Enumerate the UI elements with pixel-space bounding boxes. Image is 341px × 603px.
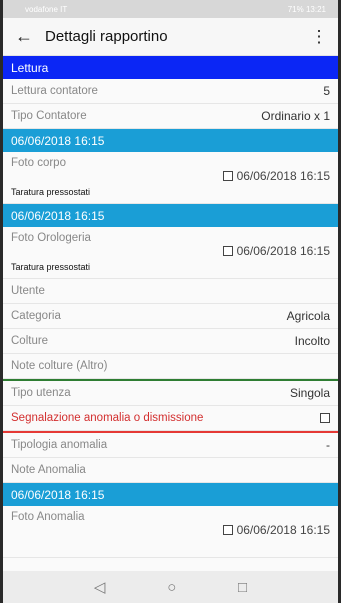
section-date-1: 06/06/2018 16:15 xyxy=(3,129,338,152)
report-details: Lettura Lettura contatore 5 Tipo Contato… xyxy=(3,56,338,571)
row-label: Utente xyxy=(11,285,45,297)
row-label: Note colture (Altro) xyxy=(11,360,108,372)
row-label: Colture xyxy=(11,335,49,347)
photo-stamp: 06/06/2018 16:15 xyxy=(222,244,330,258)
photo-orologeria[interactable]: Foto Orologeria 06/06/2018 16:15 Taratur… xyxy=(3,227,338,279)
row-categoria: Categoria Agricola xyxy=(3,304,338,329)
photo-stamp: 06/06/2018 16:15 xyxy=(222,169,330,183)
row-tipo-contatore: Tipo Contatore Ordinario x 1 xyxy=(3,104,338,129)
row-label: Categoria xyxy=(11,310,61,322)
nav-recents-icon[interactable]: □ xyxy=(238,579,247,596)
photo-sub: Taratura pressostati xyxy=(11,187,91,197)
status-right: 71% 13:21 xyxy=(287,4,326,14)
row-note-anomalia: Note Anomalia xyxy=(3,458,338,483)
row-value: Incolto xyxy=(294,334,330,348)
row-utente: Utente xyxy=(3,279,338,304)
section-date-label: 06/06/2018 16:15 xyxy=(11,133,105,148)
row-label: Note Anomalia xyxy=(11,464,86,476)
phone-screen: vodafone IT 71% 13:21 ← Dettagli rapport… xyxy=(3,0,338,603)
row-label: Tipo utenza xyxy=(11,387,71,399)
section-date-label: 06/06/2018 16:15 xyxy=(11,208,105,223)
section-lettura: Lettura xyxy=(3,56,338,79)
nav-back-icon[interactable]: ◁ xyxy=(94,578,106,596)
status-bar: vodafone IT 71% 13:21 xyxy=(3,0,338,18)
row-note-colture: Note colture (Altro) xyxy=(3,354,338,379)
row-value: Agricola xyxy=(286,309,330,323)
nav-home-icon[interactable]: ○ xyxy=(167,579,176,596)
row-tipo-utenza: Tipo utenza Singola xyxy=(3,381,338,406)
system-nav-bar: ◁ ○ □ xyxy=(3,571,338,603)
photo-checkbox[interactable] xyxy=(222,525,233,535)
carrier-label: vodafone IT xyxy=(25,4,68,14)
back-icon[interactable]: ← xyxy=(15,26,45,47)
row-value: Singola xyxy=(289,386,330,400)
photo-anomalia[interactable]: Foto Anomalia 06/06/2018 16:15 xyxy=(3,506,338,558)
row-lettura-contatore: Lettura contatore 5 xyxy=(3,79,338,104)
row-label: Segnalazione anomalia o dismissione xyxy=(11,412,204,424)
row-label: Tipologia anomalia xyxy=(11,439,108,451)
screenshot-frame: vodafone IT 71% 13:21 ← Dettagli rapport… xyxy=(0,0,341,603)
row-segnalazione: Segnalazione anomalia o dismissione xyxy=(3,406,338,431)
photo-checkbox[interactable] xyxy=(222,246,233,256)
section-lettura-label: Lettura xyxy=(11,60,49,75)
row-label: Tipo Contatore xyxy=(11,110,87,122)
section-date-2: 06/06/2018 16:15 xyxy=(3,204,338,227)
photo-corpo[interactable]: Foto corpo 06/06/2018 16:15 Taratura pre… xyxy=(3,152,338,204)
photo-stamp-text: 06/06/2018 16:15 xyxy=(236,169,330,183)
row-colture: Colture Incolto xyxy=(3,329,338,354)
photo-stamp-text: 06/06/2018 16:15 xyxy=(236,244,330,258)
section-date-3: 06/06/2018 16:15 xyxy=(3,483,338,506)
photo-sub: Taratura pressostati xyxy=(11,262,91,272)
photo-label: Foto Anomalia xyxy=(11,511,85,523)
app-bar: ← Dettagli rapportino ⋮ xyxy=(3,18,338,56)
row-value: 5 xyxy=(323,84,330,98)
photo-stamp: 06/06/2018 16:15 xyxy=(222,523,330,537)
section-date-label: 06/06/2018 16:15 xyxy=(11,487,105,502)
segnalazione-checkbox[interactable] xyxy=(320,413,330,423)
row-value: - xyxy=(326,438,330,452)
page-title: Dettagli rapportino xyxy=(45,28,168,45)
row-tipologia-anomalia: Tipologia anomalia - xyxy=(3,433,338,458)
photo-stamp-text: 06/06/2018 16:15 xyxy=(236,523,330,537)
row-label: Lettura contatore xyxy=(11,85,98,97)
row-value: Ordinario x 1 xyxy=(261,109,330,123)
photo-checkbox[interactable] xyxy=(222,171,233,181)
more-vertical-icon[interactable]: ⋮ xyxy=(310,27,328,47)
photo-label: Foto Orologeria xyxy=(11,232,91,244)
photo-label: Foto corpo xyxy=(11,157,66,169)
